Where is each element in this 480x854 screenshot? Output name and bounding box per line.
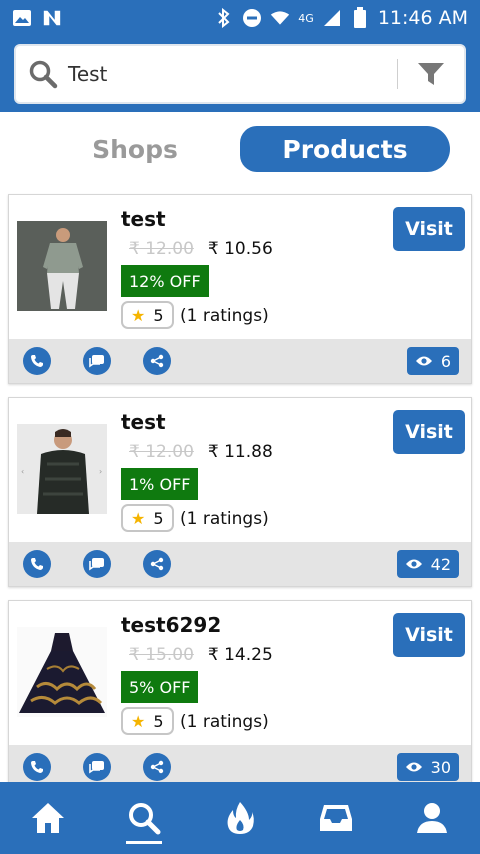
tab-shops[interactable]: Shops: [30, 126, 240, 172]
original-price: ₹ 12.00: [129, 239, 194, 259]
discount-badge: 5% OFF: [121, 671, 199, 703]
network-type: 4G: [298, 11, 314, 25]
discounted-price: ₹ 10.56: [207, 239, 273, 259]
rating-value: 5: [153, 508, 164, 528]
product-image[interactable]: ‹ ›: [17, 424, 107, 514]
views-count: 30: [430, 757, 451, 777]
action-bar: 30: [9, 745, 471, 782]
svg-text:‹: ‹: [21, 467, 24, 476]
price-row: ₹ 15.00 ₹ 14.25: [129, 645, 273, 665]
star-icon: ★: [131, 711, 146, 731]
discount-badge: 12% OFF: [121, 265, 209, 297]
eye-icon: [415, 352, 433, 371]
product-name: test: [121, 410, 166, 434]
ratings-count: (1 ratings): [180, 712, 269, 732]
status-bar: 4G 11:46 AM: [0, 0, 480, 36]
discount-badge: 1% OFF: [121, 468, 199, 500]
phone-icon[interactable]: [23, 347, 51, 375]
n-notification-icon: [42, 8, 62, 28]
discounted-price: ₹ 11.88: [207, 442, 273, 462]
visit-button[interactable]: Visit: [393, 410, 465, 454]
share-icon[interactable]: [143, 550, 171, 578]
views-count: 6: [440, 351, 451, 371]
search-input[interactable]: Test: [68, 62, 397, 86]
ratings-count: (1 ratings): [180, 509, 269, 529]
battery-icon: [350, 7, 370, 28]
eye-icon: [405, 758, 423, 777]
search-icon[interactable]: [114, 788, 174, 848]
action-bar: 6: [9, 339, 471, 383]
original-price: ₹ 12.00: [129, 442, 194, 462]
share-icon[interactable]: [143, 753, 171, 781]
product-card[interactable]: ‹ › test ₹ 12.00 ₹ 11.88 1% OFF ★ 5 (1 r…: [8, 397, 472, 587]
product-image[interactable]: [17, 627, 107, 717]
chat-icon[interactable]: [83, 550, 111, 578]
rating-badge: ★ 5: [121, 504, 174, 532]
rating-badge: ★ 5: [121, 301, 174, 329]
original-price: ₹ 15.00: [129, 645, 194, 665]
ratings-count: (1 ratings): [180, 306, 269, 326]
phone-icon[interactable]: [23, 753, 51, 781]
star-icon: ★: [131, 305, 146, 325]
product-card[interactable]: test6292 ₹ 15.00 ₹ 14.25 5% OFF ★ 5 (1 r…: [8, 600, 472, 782]
do-not-disturb-icon: [242, 8, 262, 28]
signal-icon: [322, 8, 342, 28]
views-badge: 42: [396, 550, 459, 578]
clock: 11:46 AM: [377, 7, 468, 29]
filter-icon[interactable]: [398, 46, 464, 102]
product-card[interactable]: test ₹ 12.00 ₹ 10.56 12% OFF ★ 5 (1 rati…: [8, 194, 472, 384]
share-icon[interactable]: [143, 347, 171, 375]
rating-value: 5: [153, 711, 164, 731]
product-image[interactable]: [17, 221, 107, 311]
home-icon[interactable]: [18, 788, 78, 848]
chat-icon[interactable]: [83, 753, 111, 781]
image-icon: [12, 8, 32, 28]
search-header: Test: [0, 36, 480, 112]
wifi-icon: [270, 8, 290, 28]
profile-icon[interactable]: [402, 788, 462, 848]
visit-button[interactable]: Visit: [393, 613, 465, 657]
search-icon[interactable]: [26, 57, 60, 91]
rating-value: 5: [153, 305, 164, 325]
inbox-icon[interactable]: [306, 788, 366, 848]
product-name: test: [121, 207, 166, 231]
views-badge: 30: [396, 753, 459, 781]
rating-badge: ★ 5: [121, 707, 174, 735]
search-bar[interactable]: Test: [14, 44, 466, 104]
svg-text:›: ›: [99, 467, 102, 476]
views-badge: 6: [406, 347, 459, 375]
product-list[interactable]: test ₹ 12.00 ₹ 10.56 12% OFF ★ 5 (1 rati…: [0, 192, 480, 782]
views-count: 42: [430, 554, 451, 574]
price-row: ₹ 12.00 ₹ 10.56: [129, 239, 273, 259]
bottom-nav: [0, 782, 480, 854]
price-row: ₹ 12.00 ₹ 11.88: [129, 442, 273, 462]
product-name: test6292: [121, 613, 222, 637]
star-icon: ★: [131, 508, 146, 528]
visit-button[interactable]: Visit: [393, 207, 465, 251]
fire-icon[interactable]: [210, 788, 270, 848]
phone-icon[interactable]: [23, 550, 51, 578]
tab-products[interactable]: Products: [240, 126, 450, 172]
eye-icon: [405, 555, 423, 574]
bluetooth-icon: [214, 8, 234, 28]
action-bar: 42: [9, 542, 471, 586]
chat-icon[interactable]: [83, 347, 111, 375]
tab-bar: Shops Products: [0, 112, 480, 192]
discounted-price: ₹ 14.25: [207, 645, 273, 665]
